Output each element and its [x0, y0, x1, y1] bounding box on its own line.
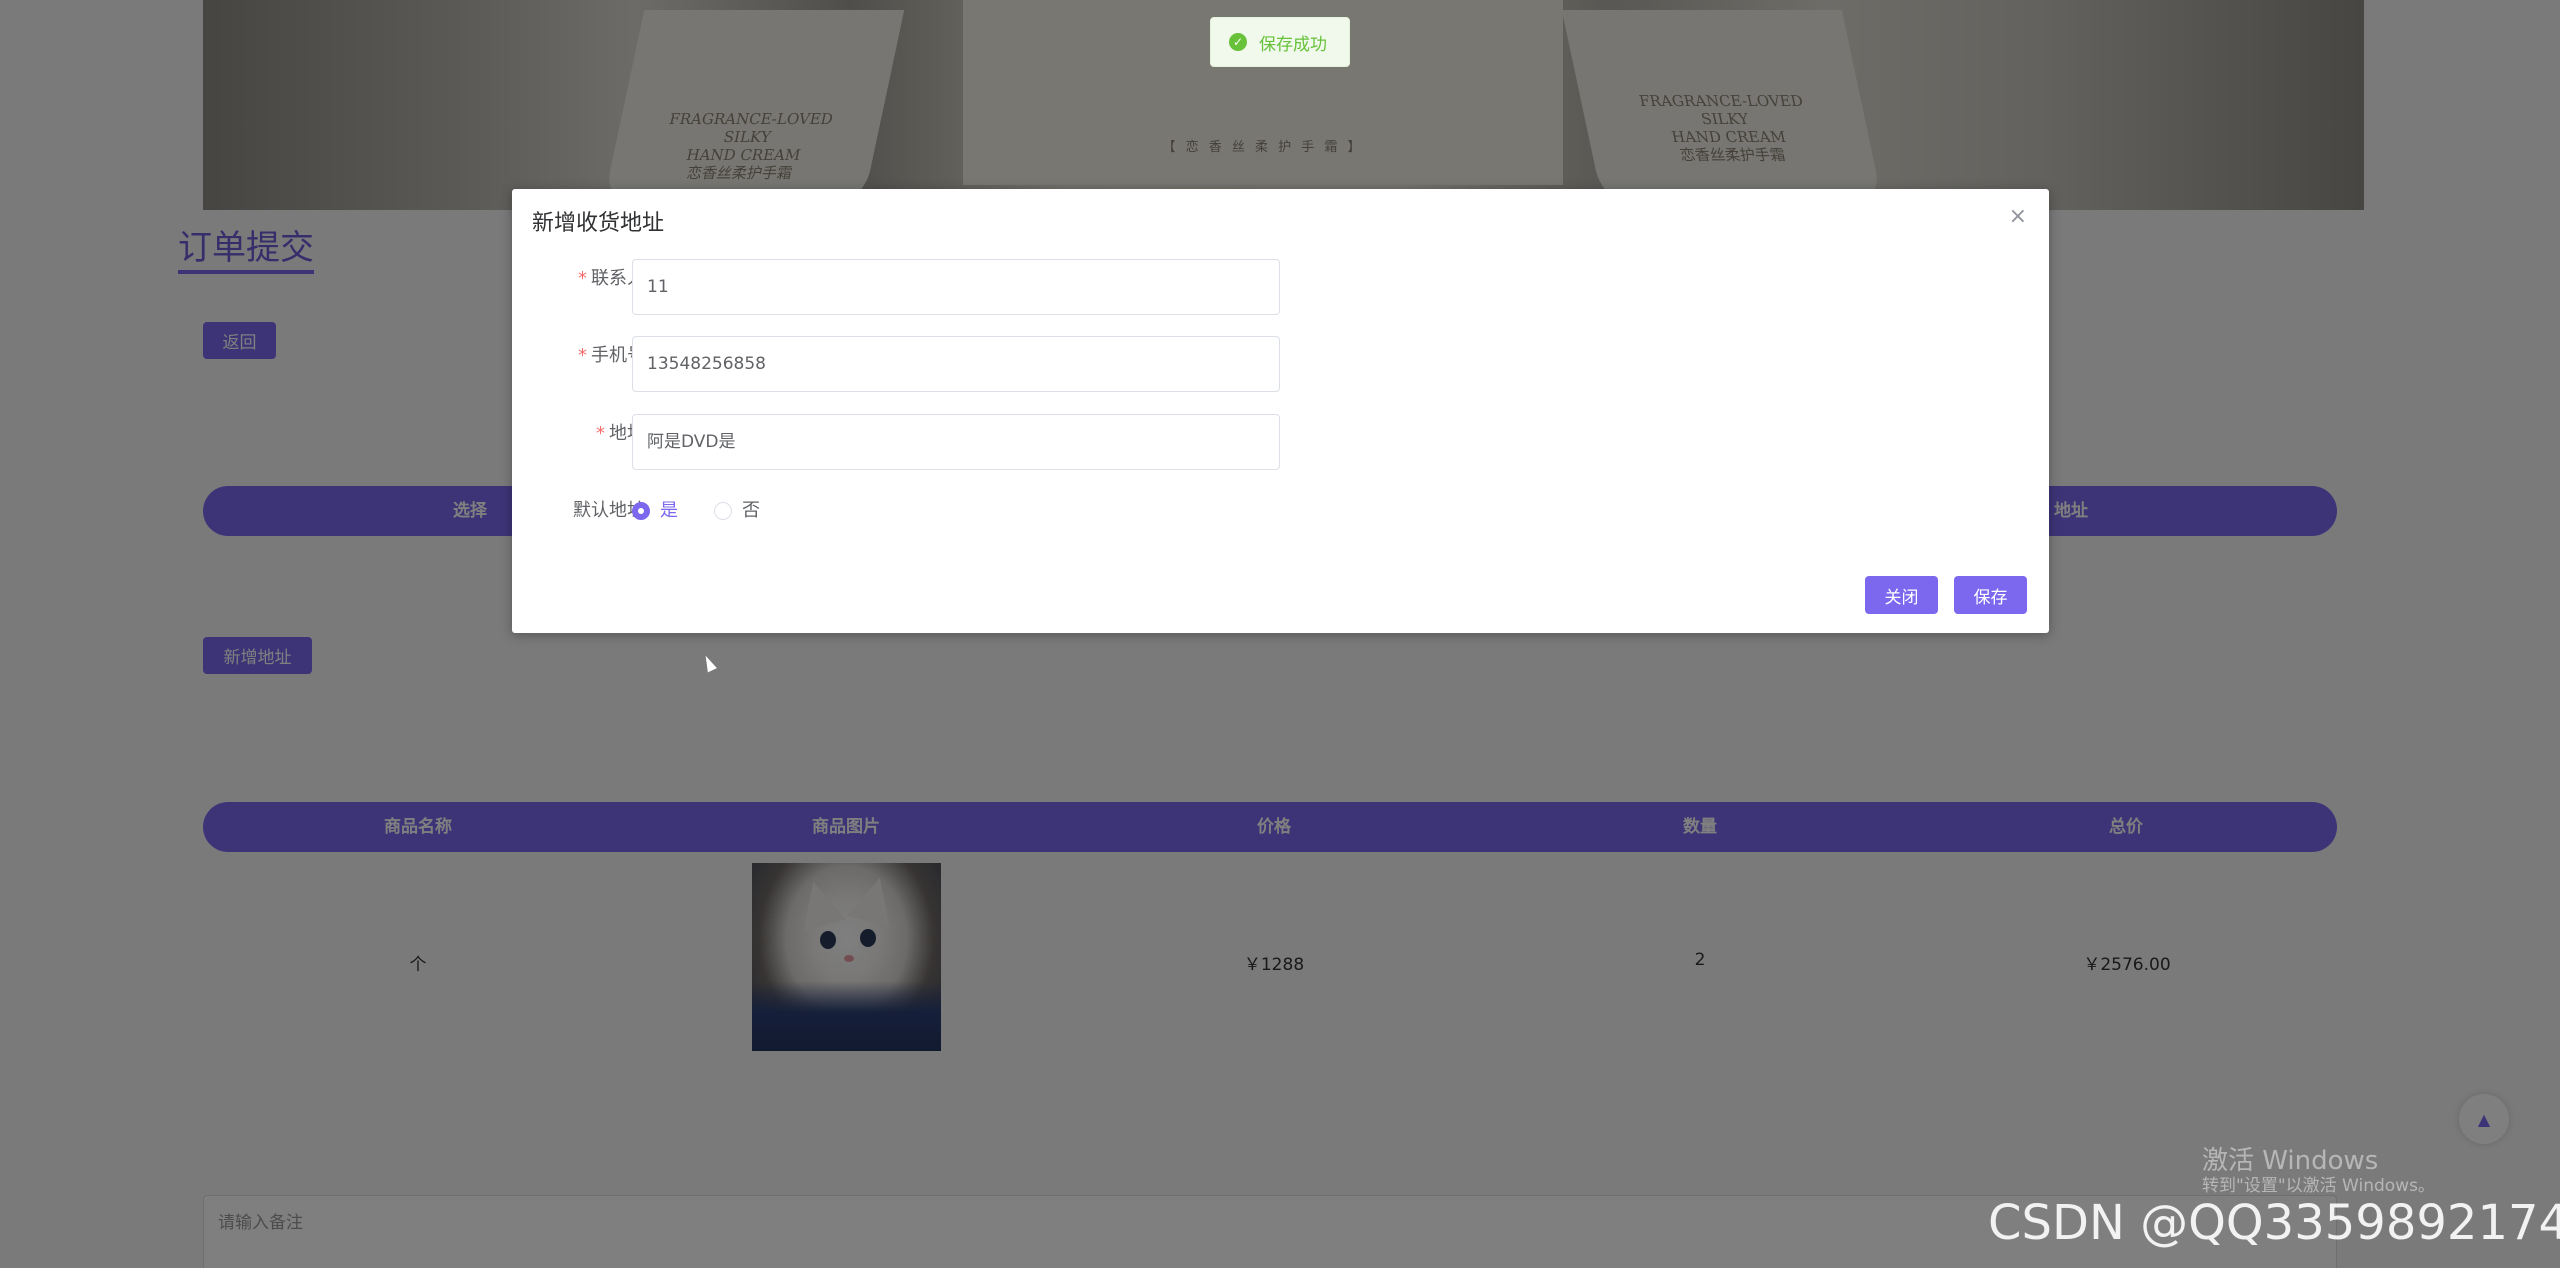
address-form-row: * 地址 阿是DVD是: [512, 414, 1412, 470]
default-no-label: 否: [742, 500, 760, 521]
default-yes-radio[interactable]: 是: [632, 491, 678, 531]
watermark-subtitle: 转到"设置"以激活 Windows。: [2202, 1176, 2435, 1196]
contact-form-row: * 联系人 11: [512, 259, 1412, 315]
toast-text: 保存成功: [1259, 34, 1327, 55]
phone-field[interactable]: 13548256858: [632, 336, 1280, 392]
close-button[interactable]: 关闭: [1865, 576, 1938, 614]
address-field[interactable]: 阿是DVD是: [632, 414, 1280, 470]
required-marker: *: [578, 345, 587, 366]
default-no-radio[interactable]: 否: [714, 491, 760, 531]
dialog-title: 新增收货地址: [532, 211, 665, 236]
required-marker: *: [596, 423, 605, 444]
required-marker: *: [578, 268, 587, 289]
csdn-watermark: CSDN @QQ3359892174: [1988, 1195, 2560, 1251]
default-address-row: 默认地址 是 否: [512, 491, 1412, 547]
windows-activation-watermark: 激活 Windows 转到"设置"以激活 Windows。: [2202, 1146, 2435, 1196]
contact-field[interactable]: 11: [632, 259, 1280, 315]
save-button[interactable]: 保存: [1954, 576, 2027, 614]
check-circle-icon: ✓: [1229, 33, 1247, 51]
radio-checked-icon: [632, 502, 650, 520]
phone-form-row: * 手机号 13548256858: [512, 336, 1412, 392]
watermark-title: 激活 Windows: [2202, 1146, 2379, 1176]
close-icon[interactable]: ×: [2009, 205, 2027, 229]
add-address-dialog: 新增收货地址 × * 联系人 11 * 手机号 13548256858 * 地址 阿是…: [512, 189, 2049, 633]
default-yes-label: 是: [660, 500, 678, 521]
success-toast: ✓ 保存成功: [1210, 17, 1350, 67]
radio-unchecked-icon: [714, 502, 732, 520]
